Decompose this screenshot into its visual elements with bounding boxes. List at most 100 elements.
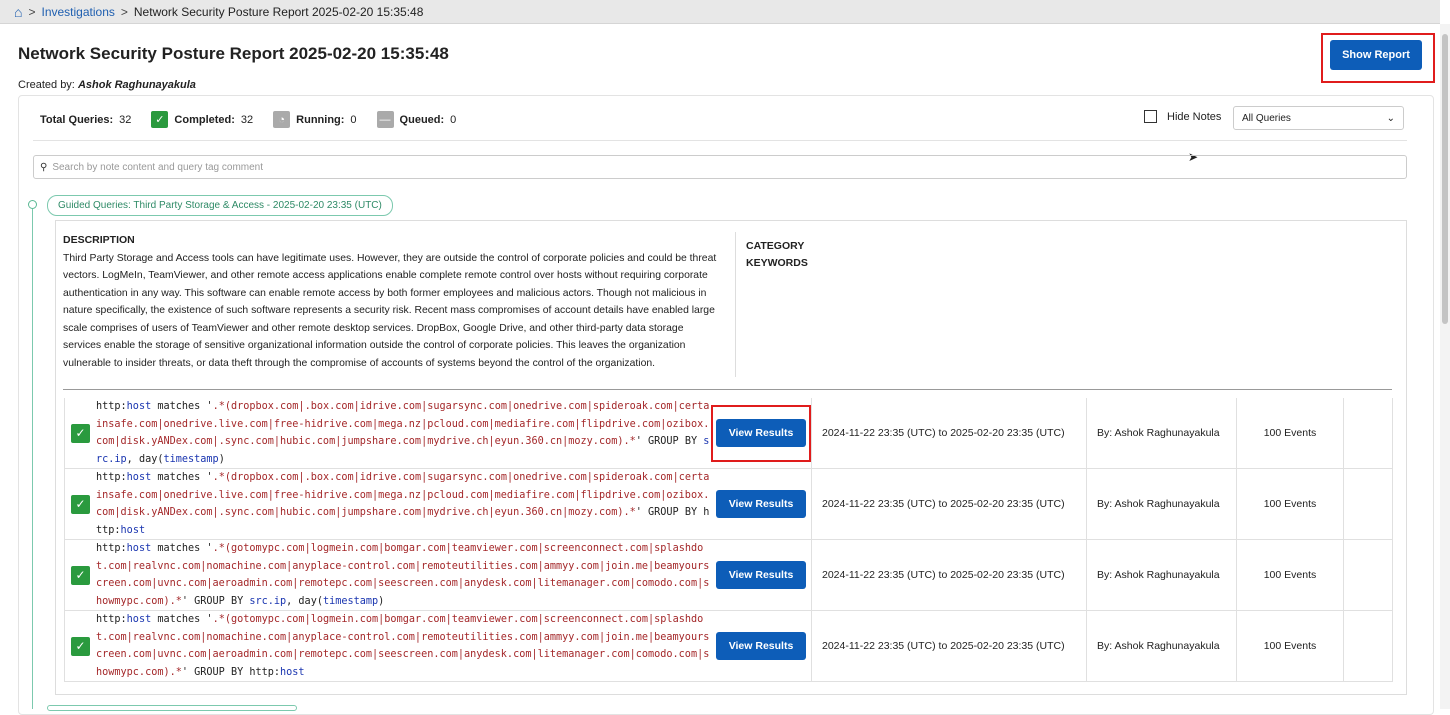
row-actions: [1343, 540, 1392, 610]
time-range: 2024-11-22 23:35 (UTC) to 2025-02-20 23:…: [811, 469, 1086, 539]
running-count: 0: [350, 113, 357, 126]
completed-check-icon: ✓: [71, 494, 90, 514]
divider: [735, 232, 736, 377]
divider: [33, 140, 1407, 141]
query-token: host: [126, 472, 152, 483]
event-count: 100 Events: [1236, 540, 1343, 610]
query-token: http:: [96, 543, 127, 554]
next-group-tag[interactable]: [47, 705, 297, 711]
table-row: ✓ http:host matches '.*(dropbox.com|.box…: [64, 469, 1393, 540]
timeline-dot: [28, 200, 37, 209]
description: DESCRIPTION Third Party Storage and Acces…: [63, 232, 723, 372]
divider: [63, 389, 1392, 390]
hide-notes-label: Hide Notes: [1167, 110, 1222, 123]
search-input[interactable]: ⚲ Search by note content and query tag co…: [33, 155, 1407, 179]
breadcrumb: ⌂ > Investigations > Network Security Po…: [0, 0, 1440, 24]
query-text: http:host matches '.*(gotomypc.com|logme…: [96, 540, 711, 610]
completed-label: Completed:: [174, 113, 235, 126]
table-row: ✓ http:host matches '.*(gotomypc.com|log…: [64, 540, 1393, 611]
completed-count: 32: [240, 113, 254, 126]
chevron-down-icon: ⌄: [1386, 112, 1395, 124]
query-text: http:host matches '.*(dropbox.com|.box.c…: [96, 469, 711, 539]
scrollbar[interactable]: [1440, 24, 1450, 709]
query-author: By: Ashok Raghunayakula: [1086, 398, 1236, 468]
query-status-cell: ✓: [65, 423, 96, 443]
query-author: By: Ashok Raghunayakula: [1086, 611, 1236, 681]
queued-label: Queued:: [399, 113, 445, 126]
row-actions: [1343, 611, 1392, 681]
created-by: Created by: Ashok Raghunayakula: [18, 79, 196, 91]
query-token: ' GROUP BY http:: [181, 666, 281, 678]
query-token: ): [218, 453, 225, 465]
query-status-cell: ✓: [65, 636, 96, 656]
hide-notes-checkbox[interactable]: [1144, 110, 1157, 123]
query-token: host: [126, 614, 152, 625]
home-icon[interactable]: ⌂: [14, 4, 22, 20]
event-count: 100 Events: [1236, 469, 1343, 539]
created-by-name: Ashok Raghunayakula: [77, 79, 196, 91]
show-report-button[interactable]: Show Report: [1330, 40, 1422, 70]
table-row: ✓ http:host matches '.*(dropbox.com|.box…: [64, 398, 1393, 469]
query-token: matches ': [151, 472, 213, 483]
query-status-cell: ✓: [65, 494, 96, 514]
view-results-button[interactable]: View Results: [716, 419, 806, 447]
breadcrumb-separator: >: [120, 4, 128, 19]
query-token: host: [280, 666, 305, 678]
breadcrumb-investigations[interactable]: Investigations: [41, 5, 114, 19]
completed-icon: ✓: [151, 111, 169, 128]
view-results-button[interactable]: View Results: [716, 490, 806, 518]
total-count: 32: [119, 113, 132, 126]
query-token: timestamp: [163, 453, 219, 465]
category-label: CATEGORY: [746, 240, 805, 252]
table-row: ✓ http:host matches '.*(gotomypc.com|log…: [64, 611, 1393, 682]
query-token: host: [126, 401, 152, 412]
group-tag[interactable]: Guided Queries: Third Party Storage & Ac…: [47, 195, 393, 216]
scrollbar-thumb[interactable]: [1442, 34, 1448, 324]
query-token: timestamp: [322, 595, 379, 607]
search-placeholder: Search by note content and query tag com…: [52, 161, 264, 173]
view-results-button[interactable]: View Results: [716, 632, 806, 660]
query-token: ' GROUP BY: [635, 436, 704, 447]
time-range: 2024-11-22 23:35 (UTC) to 2025-02-20 23:…: [811, 611, 1086, 681]
running-icon: ◔: [273, 111, 291, 128]
query-token: http:: [96, 401, 127, 412]
breadcrumb-current: Network Security Posture Report 2025-02-…: [133, 4, 424, 19]
search-icon: ⚲: [40, 161, 48, 173]
query-token: matches ': [151, 543, 213, 554]
query-token: host: [120, 524, 146, 536]
completed-check-icon: ✓: [71, 565, 90, 585]
query-table: ✓ http:host matches '.*(dropbox.com|.box…: [64, 398, 1393, 682]
query-token: http:: [96, 472, 127, 483]
query-token: , day(: [286, 595, 323, 607]
query-token: , day(: [126, 453, 164, 465]
query-token: ): [378, 595, 385, 607]
view-results-button[interactable]: View Results: [716, 561, 806, 589]
query-stats: Total Queries: 32 ✓ Completed: 32 ◔ Running:…: [40, 111, 456, 128]
query-filter-select[interactable]: All Queries ⌄: [1233, 106, 1404, 130]
time-range: 2024-11-22 23:35 (UTC) to 2025-02-20 23:…: [811, 398, 1086, 468]
row-actions: [1343, 398, 1392, 468]
query-text: http:host matches '.*(dropbox.com|.box.c…: [96, 398, 711, 468]
keywords-label: KEYWORDS: [746, 257, 808, 269]
completed-check-icon: ✓: [71, 636, 90, 656]
hide-notes-toggle[interactable]: Hide Notes: [1144, 110, 1221, 123]
queued-count: 0: [450, 113, 457, 126]
completed-check-icon: ✓: [71, 423, 90, 443]
query-author: By: Ashok Raghunayakula: [1086, 469, 1236, 539]
query-token: http:: [96, 614, 127, 625]
event-count: 100 Events: [1236, 398, 1343, 468]
query-token: host: [126, 543, 152, 554]
time-range: 2024-11-22 23:35 (UTC) to 2025-02-20 23:…: [811, 540, 1086, 610]
query-filter-value: All Queries: [1242, 112, 1291, 124]
total-label: Total Queries:: [40, 113, 114, 126]
category-keywords: CATEGORY KEYWORDS: [746, 238, 808, 272]
query-author: By: Ashok Raghunayakula: [1086, 540, 1236, 610]
query-status-cell: ✓: [65, 565, 96, 585]
created-by-label: Created by:: [18, 79, 75, 91]
page-title: Network Security Posture Report 2025-02-…: [18, 44, 449, 63]
query-token: matches ': [151, 401, 213, 412]
query-token: ' GROUP BY: [181, 595, 250, 607]
description-heading: DESCRIPTION: [63, 234, 135, 246]
query-token: matches ': [151, 614, 213, 625]
timeline-line: [32, 209, 33, 709]
